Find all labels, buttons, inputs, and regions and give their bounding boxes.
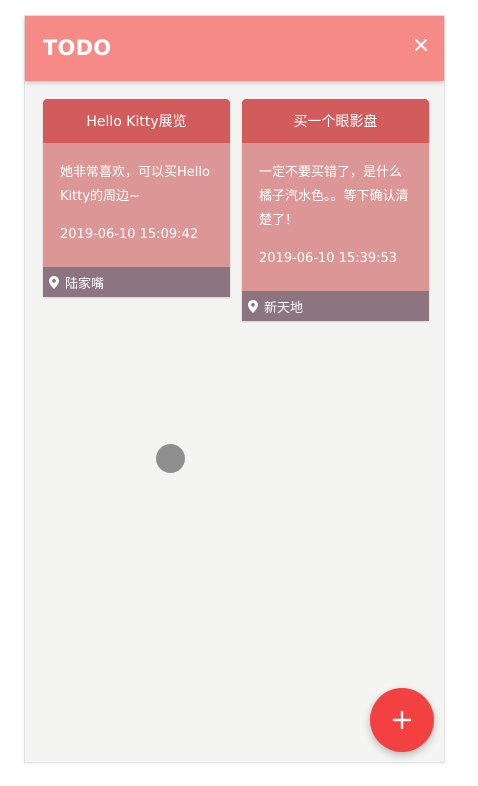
add-note-button[interactable] [370,688,434,752]
close-button[interactable] [410,34,432,56]
note-content: 她非常喜欢，可以买Hello Kitty的周边~ [60,165,210,204]
note-location: 新天地 [242,291,429,321]
note-card[interactable]: 买一个眼影盘 一定不要买错了，是什么橘子汽水色。。等下确认清楚了！ 2019-0… [242,99,429,321]
note-location: 陆家嘴 [43,267,230,297]
app-window: TODO Hello Kitty展览 她非常喜欢，可以买Hello Kitty的… [24,15,445,763]
note-body: 一定不要买错了，是什么橘子汽水色。。等下确认清楚了！ 2019-06-10 15… [242,143,429,291]
close-icon [415,39,427,51]
location-pin-icon [248,299,258,313]
touch-cursor-indicator [156,444,185,473]
note-content: 一定不要买错了，是什么橘子汽水色。。等下确认清楚了！ [259,165,409,228]
plus-icon [392,710,412,730]
app-title: TODO [43,36,112,60]
note-title: 买一个眼影盘 [242,99,429,143]
note-body: 她非常喜欢，可以买Hello Kitty的周边~ 2019-06-10 15:0… [43,143,230,267]
note-title: Hello Kitty展览 [43,99,230,143]
note-location-label: 陆家嘴 [65,276,105,292]
note-card[interactable]: Hello Kitty展览 她非常喜欢，可以买Hello Kitty的周边~ 2… [43,99,230,297]
note-location-label: 新天地 [264,300,304,316]
note-date: 2019-06-10 15:39:53 [259,251,398,266]
top-app-bar: TODO [25,16,444,81]
location-pin-icon [49,275,59,289]
note-date: 2019-06-10 15:09:42 [60,227,199,242]
